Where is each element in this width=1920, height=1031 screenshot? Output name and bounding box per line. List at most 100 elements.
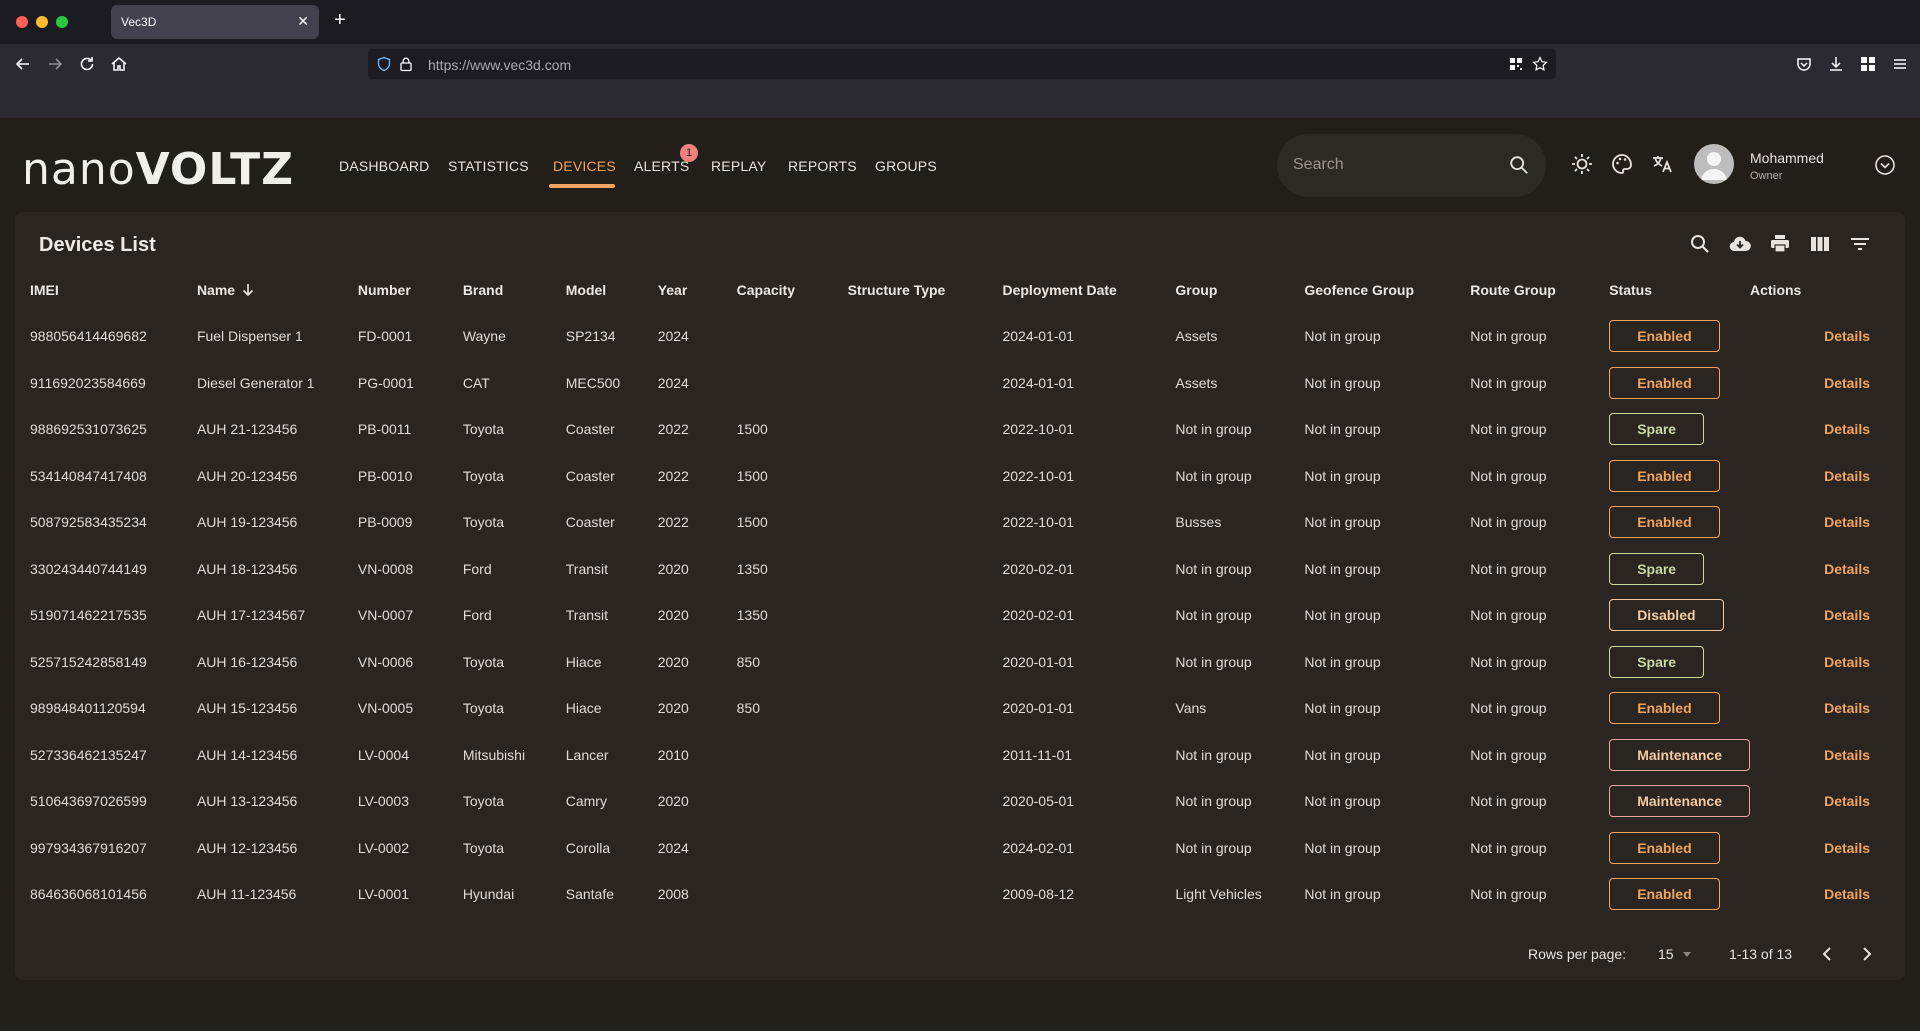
status-badge[interactable]: Enabled [1609, 692, 1720, 725]
col-number[interactable]: Number [358, 267, 463, 313]
translate-icon[interactable] [1650, 152, 1674, 176]
columns-icon[interactable] [1808, 232, 1832, 256]
nav-replay[interactable]: REPLAY [711, 158, 766, 174]
window-minimize-button[interactable] [36, 16, 48, 28]
col-year[interactable]: Year [658, 267, 737, 313]
status-badge[interactable]: Enabled [1609, 320, 1720, 353]
table-row[interactable]: 330243440744149 AUH 18-123456 VN-0008 Ford T… [30, 546, 1890, 593]
url-bar[interactable]: https://www.vec3d.com [368, 49, 1556, 79]
qr-icon[interactable] [1508, 56, 1524, 72]
table-row[interactable]: 988056414469682 Fuel Dispenser 1 FD-0001 Wa… [30, 313, 1890, 360]
sort-down-icon[interactable] [241, 283, 255, 297]
browser-tab[interactable]: Vec3D ✕ [111, 5, 319, 39]
new-tab-button[interactable]: + [334, 10, 346, 30]
window-close-button[interactable] [16, 16, 28, 28]
nav-alerts[interactable]: ALERTS [634, 158, 689, 174]
table-row[interactable]: 534140847417408 AUH 20-123456 PB-0010 Toyot… [30, 453, 1890, 500]
extensions-icon[interactable] [1858, 54, 1878, 74]
details-link[interactable]: Details [1824, 700, 1870, 716]
palette-icon[interactable] [1610, 152, 1634, 176]
chevron-down-icon[interactable] [1874, 154, 1896, 176]
status-badge[interactable]: Maintenance [1609, 785, 1750, 818]
status-badge[interactable]: Enabled [1609, 366, 1720, 399]
menu-icon[interactable] [1890, 54, 1910, 74]
sun-icon[interactable] [1570, 152, 1594, 176]
table-row[interactable]: 997934367916207 AUH 12-123456 LV-0002 Toyot… [30, 825, 1890, 872]
table-row[interactable]: 527336462135247 AUH 14-123456 LV-0004 Mitsu… [30, 732, 1890, 779]
cell-number: VN-0007 [357, 607, 414, 624]
details-link[interactable]: Details [1824, 514, 1870, 530]
reload-icon[interactable] [77, 54, 97, 74]
status-badge[interactable]: Spare [1609, 413, 1705, 446]
status-badge[interactable]: Enabled [1609, 506, 1720, 539]
user-name[interactable]: Mohammed [1750, 150, 1824, 166]
table-row[interactable]: 510643697026599 AUH 13-123456 LV-0003 Toyot… [30, 778, 1890, 825]
print-icon[interactable] [1768, 232, 1792, 256]
table-row[interactable]: 864636068101456 AUH 11-123456 LV-0001 Hyund… [30, 871, 1890, 918]
status-badge[interactable]: Spare [1609, 552, 1705, 585]
tab-close-icon[interactable]: ✕ [297, 13, 309, 30]
cloud-download-icon[interactable] [1728, 232, 1752, 256]
search-box[interactable]: Search [1277, 134, 1546, 197]
col-brand[interactable]: Brand [463, 267, 566, 313]
col-route-group[interactable]: Route Group [1470, 267, 1609, 313]
forward-icon[interactable] [45, 54, 65, 74]
col-name[interactable]: Name [197, 267, 358, 313]
home-icon[interactable] [109, 54, 129, 74]
table-row[interactable]: 508792583435234 AUH 19-123456 PB-0009 Toyot… [30, 499, 1890, 546]
search-input[interactable]: Search [1293, 156, 1344, 174]
url-text[interactable]: https://www.vec3d.com [428, 57, 571, 73]
window-maximize-button[interactable] [56, 16, 68, 28]
rows-per-page-caret-icon[interactable] [1683, 952, 1691, 957]
details-link[interactable]: Details [1824, 840, 1870, 856]
status-badge[interactable]: Enabled [1609, 459, 1720, 492]
back-icon[interactable] [13, 54, 33, 74]
lock-icon[interactable] [398, 56, 414, 72]
col-imei[interactable]: IMEI [30, 267, 197, 313]
details-link[interactable]: Details [1824, 421, 1870, 437]
avatar[interactable] [1694, 144, 1734, 184]
details-link[interactable]: Details [1824, 607, 1870, 623]
details-link[interactable]: Details [1824, 375, 1870, 391]
status-badge[interactable]: Disabled [1609, 599, 1724, 632]
details-link[interactable]: Details [1824, 561, 1870, 577]
details-link[interactable]: Details [1824, 793, 1870, 809]
table-row[interactable]: 525715242858149 AUH 16-123456 VN-0006 Toyot… [30, 639, 1890, 686]
nav-groups[interactable]: GROUPS [875, 158, 937, 174]
pocket-icon[interactable] [1794, 54, 1814, 74]
table-row[interactable]: 519071462217535 AUH 17-1234567 VN-0007 Ford… [30, 592, 1890, 639]
details-link[interactable]: Details [1824, 654, 1870, 670]
download-icon[interactable] [1826, 54, 1846, 74]
status-badge[interactable]: Maintenance [1609, 738, 1750, 771]
details-link[interactable]: Details [1824, 468, 1870, 484]
col-group[interactable]: Group [1175, 267, 1304, 313]
details-link[interactable]: Details [1824, 747, 1870, 763]
col-status[interactable]: Status [1609, 267, 1750, 313]
status-badge[interactable]: Enabled [1609, 831, 1720, 864]
details-link[interactable]: Details [1824, 886, 1870, 902]
col-structure-type[interactable]: Structure Type [848, 267, 1003, 313]
star-icon[interactable] [1532, 56, 1548, 72]
app-logo[interactable]: nanoVOLTZ [22, 144, 294, 195]
next-page-icon[interactable] [1855, 942, 1879, 966]
table-search-icon[interactable] [1688, 232, 1712, 256]
nav-reports[interactable]: REPORTS [788, 158, 857, 174]
nav-statistics[interactable]: STATISTICS [448, 158, 529, 174]
shield-icon[interactable] [376, 56, 392, 72]
rows-per-page-select[interactable]: 15 [1658, 946, 1674, 962]
table-row[interactable]: 988692531073625 AUH 21-123456 PB-0011 Toyot… [30, 406, 1890, 453]
nav-devices[interactable]: DEVICES [553, 158, 616, 174]
prev-page-icon[interactable] [1815, 942, 1839, 966]
col-deployment-date[interactable]: Deployment Date [1002, 267, 1175, 313]
col-model[interactable]: Model [566, 267, 658, 313]
nav-dashboard[interactable]: DASHBOARD [339, 158, 429, 174]
table-row[interactable]: 911692023584669 Diesel Generator 1 PG-0001… [30, 360, 1890, 407]
table-row[interactable]: 989848401120594 AUH 15-123456 VN-0005 Toyot… [30, 685, 1890, 732]
col-geofence-group[interactable]: Geofence Group [1304, 267, 1470, 313]
status-badge[interactable]: Spare [1609, 645, 1705, 678]
filter-icon[interactable] [1848, 232, 1872, 256]
col-capacity[interactable]: Capacity [737, 267, 848, 313]
status-badge[interactable]: Enabled [1609, 878, 1720, 911]
details-link[interactable]: Details [1824, 328, 1870, 344]
search-icon[interactable] [1508, 154, 1530, 176]
